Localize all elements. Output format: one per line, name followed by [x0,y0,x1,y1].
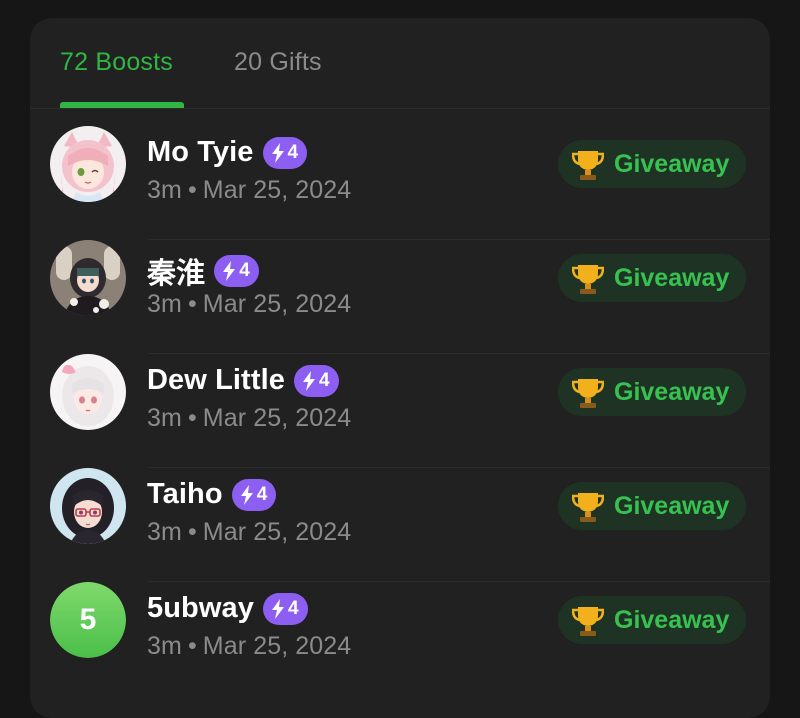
lightning-bolt-icon [271,598,284,619]
boosts-panel: 72 Boosts 20 Gifts Mo Tyie 4 3m • Mar 25… [30,18,770,718]
boost-duration: 3m [147,518,182,546]
avatar[interactable] [50,354,126,430]
meta-separator: • [187,518,197,546]
boost-duration: 3m [147,404,182,432]
booster-name[interactable]: 秦淮 [147,250,205,292]
name-line: 5ubway 4 [147,592,308,625]
trophy-icon [572,151,604,180]
giveaway-button[interactable]: Giveaway [558,254,746,302]
booster-row[interactable]: Dew Little 4 3m • Mar 25, 2024 Giveaway [30,354,770,468]
boost-date: Mar 25, 2024 [202,518,352,546]
boost-count: 4 [256,483,268,505]
boost-meta: 3m • Mar 25, 2024 [147,632,351,661]
trophy-icon [572,493,604,522]
boost-duration: 3m [147,176,182,204]
lightning-bolt-icon [240,484,253,505]
tab-gifts[interactable]: 20 Gifts [234,48,322,77]
meta-separator: • [187,176,197,204]
meta-separator: • [187,404,197,432]
booster-name[interactable]: 5ubway [147,592,254,625]
avatar[interactable] [50,126,126,202]
booster-name[interactable]: Taiho [147,478,223,511]
giveaway-button[interactable]: Giveaway [558,596,746,644]
anime-girl-glasses-avatar [50,468,126,544]
booster-row[interactable]: 秦淮 4 3m • Mar 25, 2024 Giveaway [30,240,770,354]
boost-meta: 3m • Mar 25, 2024 [147,290,351,319]
avatar[interactable] [50,468,126,544]
meta-separator: • [187,290,197,318]
giveaway-label: Giveaway [614,377,730,406]
boost-count-badge: 4 [262,136,308,169]
lightning-bolt-icon [302,370,315,391]
lightning-bolt-icon [271,142,284,163]
boost-count-badge: 4 [214,255,259,287]
tab-bar: 72 Boosts 20 Gifts [30,18,770,109]
boost-count: 4 [287,141,299,163]
trophy-icon [572,379,604,408]
booster-name[interactable]: Dew Little [147,364,285,397]
boost-date: Mar 25, 2024 [202,632,352,660]
boost-duration: 3m [147,290,182,318]
booster-row[interactable]: 5 5ubway 4 3m • Mar 25, 2024 Giveaway [30,582,770,696]
boost-count: 4 [287,597,299,619]
avatar[interactable]: 5 [50,582,126,658]
lightning-bolt-icon [223,261,236,281]
boost-date: Mar 25, 2024 [202,404,352,432]
booster-row[interactable]: Mo Tyie 4 3m • Mar 25, 2024 Giveaway [30,126,770,240]
avatar-initial: 5 [50,582,126,658]
booster-name[interactable]: Mo Tyie [147,136,254,169]
boost-date: Mar 25, 2024 [202,290,352,318]
anime-girl-church-avatar [50,240,126,316]
trophy-icon [572,265,604,294]
boosters-list: Mo Tyie 4 3m • Mar 25, 2024 Giveaway 秦淮 … [30,126,770,696]
giveaway-button[interactable]: Giveaway [558,140,746,188]
boost-meta: 3m • Mar 25, 2024 [147,404,351,433]
boost-count: 4 [239,260,250,281]
anime-girl-pink-hair-avatar [50,126,126,202]
giveaway-label: Giveaway [614,263,730,292]
giveaway-button[interactable]: Giveaway [558,482,746,530]
boost-meta: 3m • Mar 25, 2024 [147,518,351,547]
booster-row[interactable]: Taiho 4 3m • Mar 25, 2024 Giveaway [30,468,770,582]
boost-count: 4 [318,369,330,391]
meta-separator: • [187,632,197,660]
anime-girl-white-hair-avatar [50,354,126,430]
giveaway-label: Giveaway [614,605,730,634]
giveaway-label: Giveaway [614,149,730,178]
boost-count-badge: 4 [231,478,277,511]
tab-boosts[interactable]: 72 Boosts [60,48,173,77]
trophy-icon [572,607,604,636]
avatar[interactable] [50,240,126,316]
name-line: 秦淮 4 [147,250,259,292]
boost-duration: 3m [147,632,182,660]
boost-date: Mar 25, 2024 [202,176,352,204]
name-line: Mo Tyie 4 [147,136,308,169]
boost-meta: 3m • Mar 25, 2024 [147,176,351,205]
active-tab-indicator [60,102,184,108]
boost-count-badge: 4 [293,364,339,397]
name-line: Dew Little 4 [147,364,339,397]
giveaway-label: Giveaway [614,491,730,520]
boost-count-badge: 4 [262,592,308,625]
giveaway-button[interactable]: Giveaway [558,368,746,416]
name-line: Taiho 4 [147,478,277,511]
